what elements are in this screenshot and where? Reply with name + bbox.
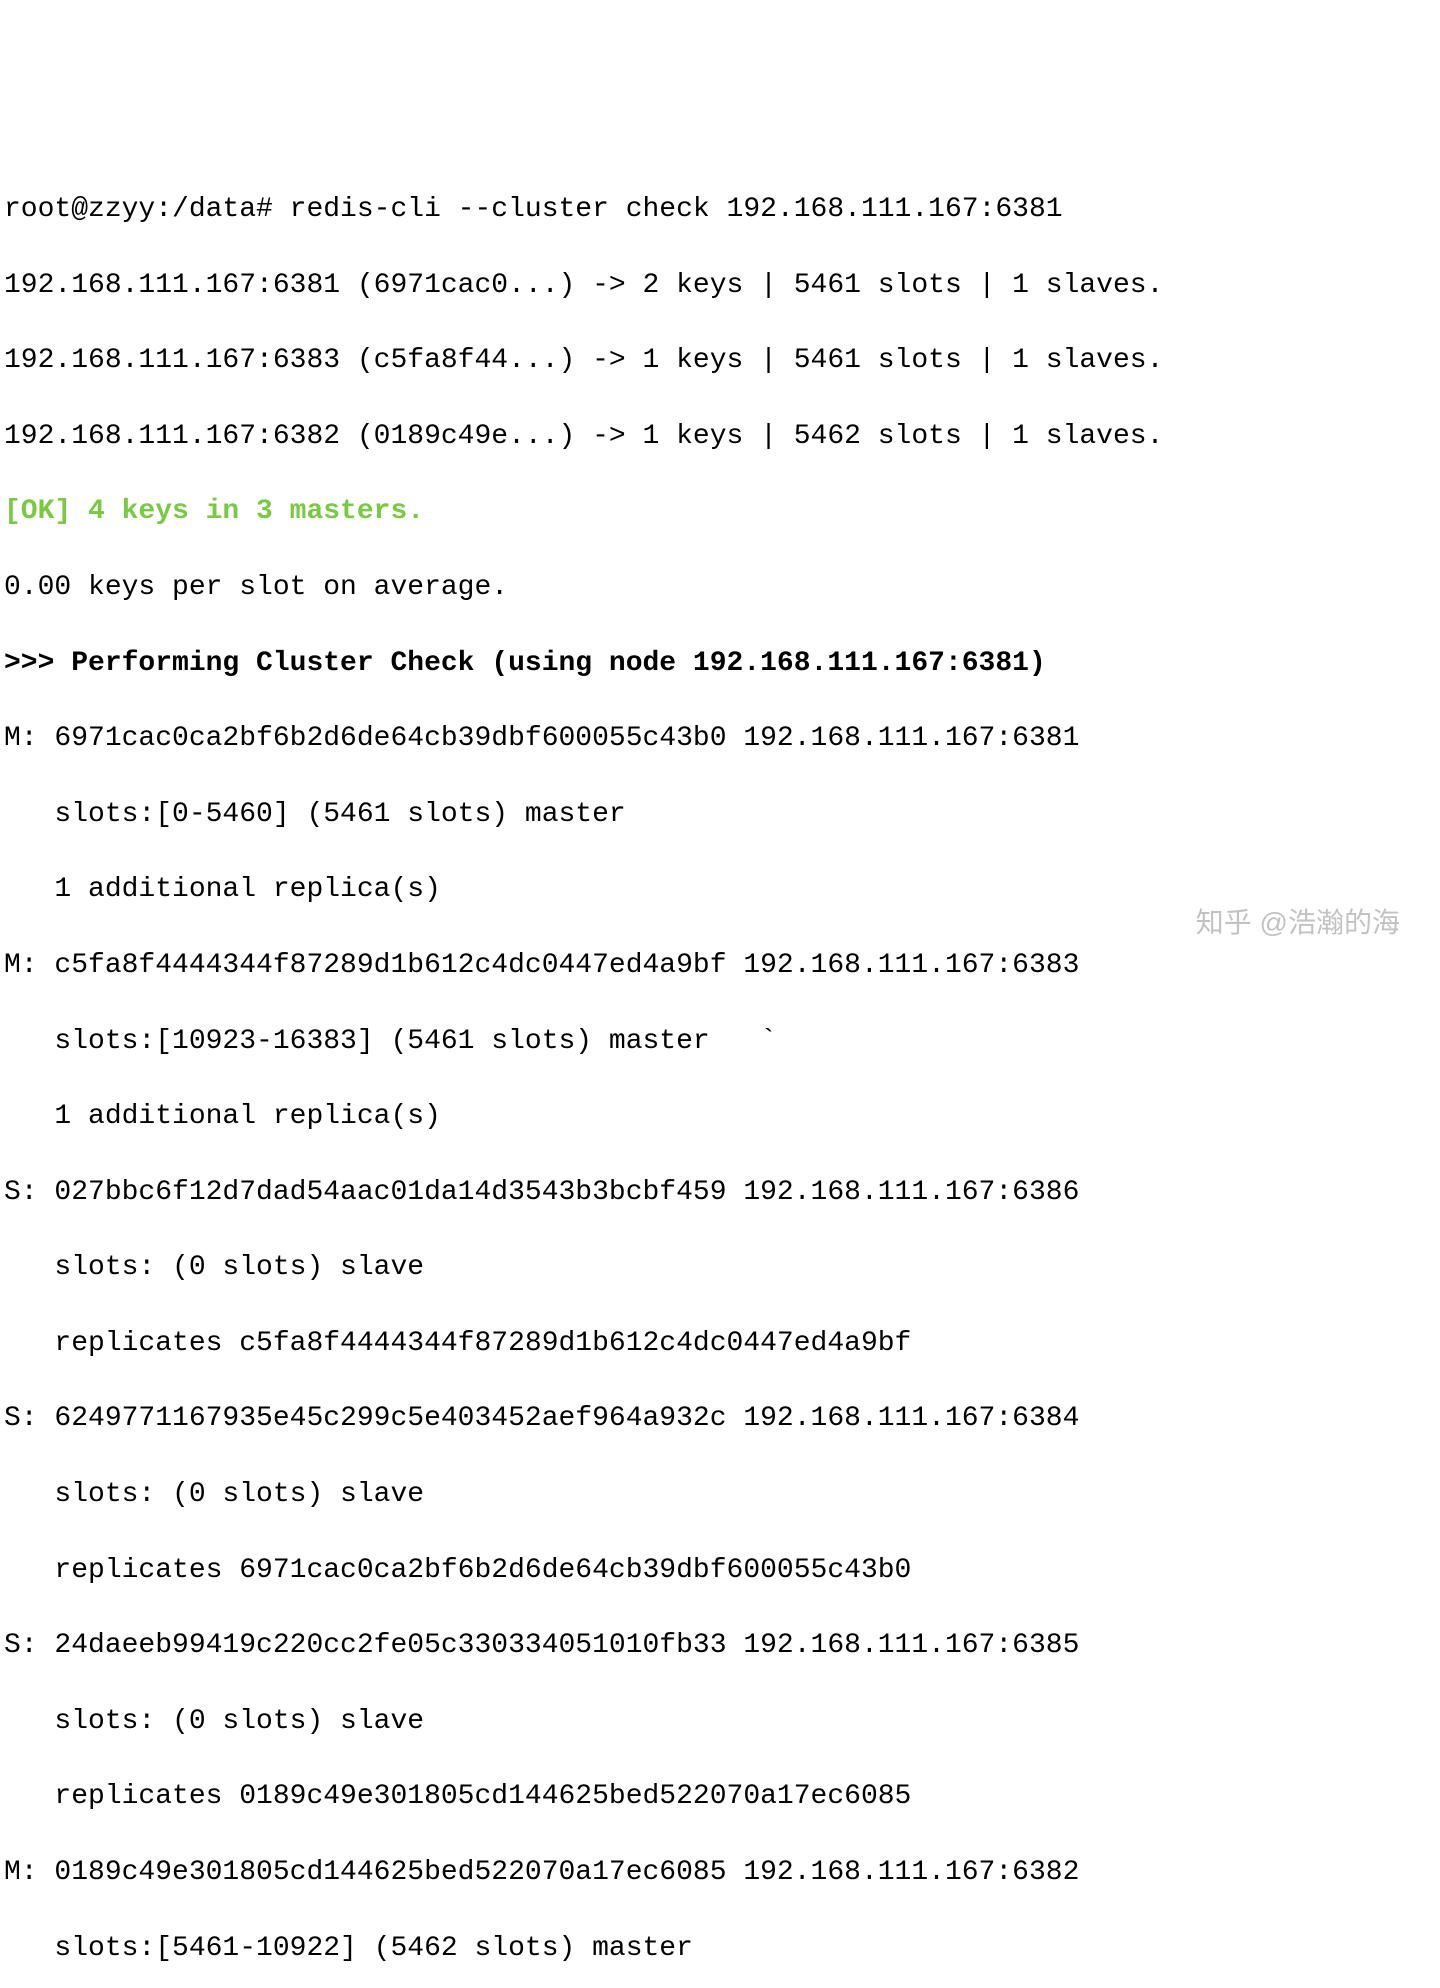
master-node-line: M: 0189c49e301805cd144625bed522070a17ec6… [4,1854,1436,1892]
cluster-summary-line: 192.168.111.167:6382 (0189c49e...) -> 1 … [4,418,1436,456]
slots-line: slots: (0 slots) slave [4,1476,1436,1514]
cluster-summary-line: 192.168.111.167:6381 (6971cac0...) -> 2 … [4,267,1436,305]
cluster-check-header: >>> Performing Cluster Check (using node… [4,645,1436,683]
terminal-output: root@zzyy:/data# redis-cli --cluster che… [0,151,1440,1988]
shell-prompt-line: root@zzyy:/data# redis-cli --cluster che… [4,191,1436,229]
slots-line: slots: (0 slots) slave [4,1249,1436,1287]
slave-node-line: S: 027bbc6f12d7dad54aac01da14d3543b3bcbf… [4,1174,1436,1212]
slave-node-line: S: 6249771167935e45c299c5e403452aef964a9… [4,1400,1436,1438]
replicates-line: replicates c5fa8f4444344f87289d1b612c4dc… [4,1325,1436,1363]
ok-status-line: [OK] 4 keys in 3 masters. [4,493,1436,531]
slave-node-line: S: 24daeeb99419c220cc2fe05c330334051010f… [4,1627,1436,1665]
replica-count-line: 1 additional replica(s) [4,1098,1436,1136]
slots-line: slots:[10923-16383] (5461 slots) master … [4,1023,1436,1061]
slots-line: slots: (0 slots) slave [4,1703,1436,1741]
avg-keys-line: 0.00 keys per slot on average. [4,569,1436,607]
master-node-line: M: c5fa8f4444344f87289d1b612c4dc0447ed4a… [4,947,1436,985]
slots-line: slots:[0-5460] (5461 slots) master [4,796,1436,834]
slots-line: slots:[5461-10922] (5462 slots) master [4,1930,1436,1968]
cluster-summary-line: 192.168.111.167:6383 (c5fa8f44...) -> 1 … [4,342,1436,380]
replicates-line: replicates 0189c49e301805cd144625bed5220… [4,1778,1436,1816]
replicates-line: replicates 6971cac0ca2bf6b2d6de64cb39dbf… [4,1552,1436,1590]
master-node-line: M: 6971cac0ca2bf6b2d6de64cb39dbf600055c4… [4,720,1436,758]
watermark-text: 知乎 @浩瀚的海 [1196,904,1400,942]
